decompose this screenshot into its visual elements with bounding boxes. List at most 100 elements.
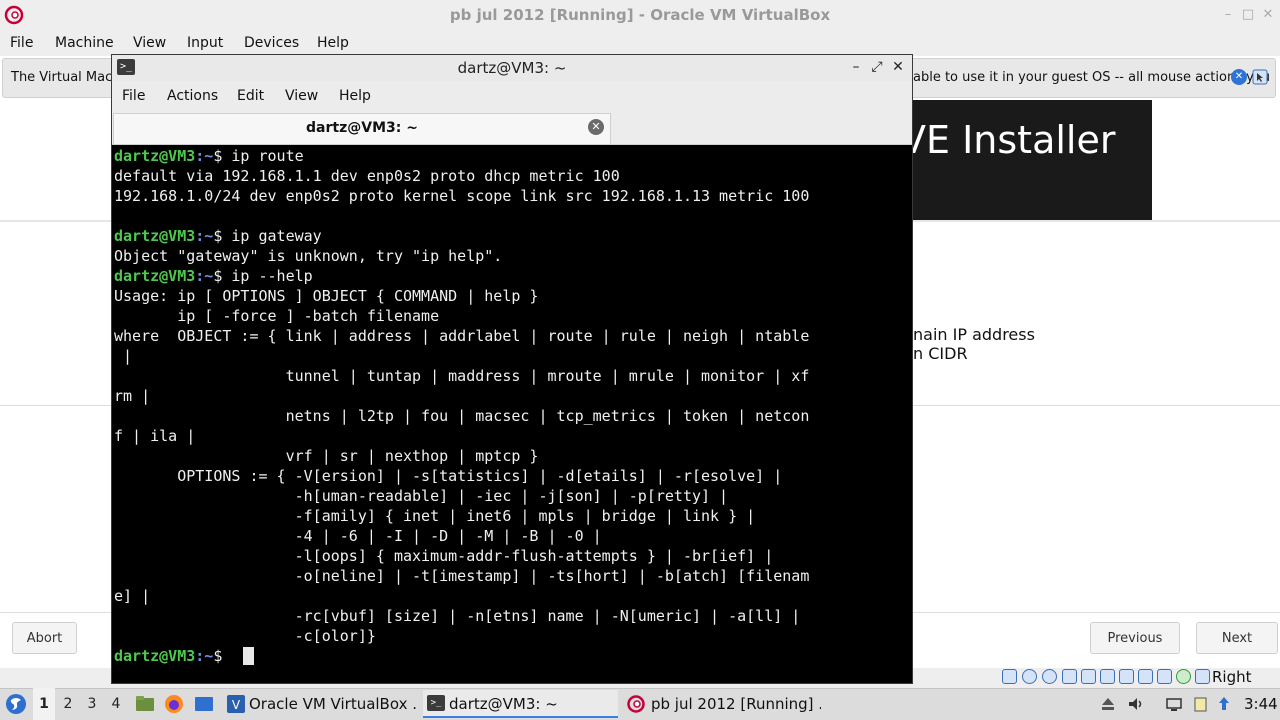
- updates-icon[interactable]: [1215, 695, 1233, 713]
- task-label: dartz@VM3: ~: [449, 695, 558, 713]
- prompt-path: :~: [195, 647, 214, 665]
- terminal-output-line: tunnel | tuntap | maddress | mroute | mr…: [114, 367, 810, 385]
- terminal-output-line: default via 192.168.1.1 dev enp0s2 proto…: [114, 167, 620, 185]
- task-vm-running[interactable]: pb jul 2012 [Running] ...: [626, 690, 821, 718]
- prompt-user: dartz@VM3: [114, 267, 196, 285]
- terminal-output-line: |: [114, 347, 133, 365]
- menu-help[interactable]: Help: [313, 30, 353, 56]
- task-terminal[interactable]: >_ dartz@VM3: ~: [423, 690, 618, 718]
- terminal-menu-view[interactable]: View: [275, 81, 328, 111]
- workspace-2[interactable]: 2: [57, 688, 79, 720]
- workspace-1[interactable]: 1: [33, 688, 55, 720]
- command-text: ip --help: [231, 267, 313, 285]
- network-tray-icon[interactable]: [1165, 695, 1183, 713]
- terminal-output-line: -f[amily] { inet | inet6 | mpls | bridge…: [114, 507, 756, 525]
- installer-banner-title: VE Installer: [900, 118, 1116, 162]
- terminal-active-prompt[interactable]: dartz@VM3:~$: [114, 646, 231, 666]
- terminal-menu-edit[interactable]: Edit: [227, 81, 274, 111]
- prompt-user: dartz@VM3: [114, 227, 196, 245]
- terminal-menu-file[interactable]: File: [112, 81, 155, 111]
- terminal-output-line: -l[oops] { maximum-addr-flush-attempts }…: [114, 547, 774, 565]
- terminal-output-line: Object "gateway" is unknown, try "ip hel…: [114, 247, 503, 265]
- virtualbox-icon: V: [227, 695, 245, 713]
- start-menu-icon[interactable]: [4, 692, 28, 716]
- recording-icon[interactable]: [1138, 669, 1153, 684]
- optical-drive-icon[interactable]: [1022, 669, 1037, 684]
- menu-file[interactable]: File: [6, 30, 37, 56]
- keyboard-capture-icon[interactable]: [1195, 669, 1210, 684]
- prompt-path: :~: [195, 147, 214, 165]
- menu-machine[interactable]: Machine: [51, 30, 118, 56]
- close-icon[interactable]: ✕: [1260, 7, 1276, 23]
- terminal-output-line: where OBJECT := { link | address | addrl…: [114, 327, 810, 345]
- terminal-cursor: [243, 647, 254, 665]
- menu-devices[interactable]: Devices: [240, 30, 303, 56]
- terminal-output-line: -4 | -6 | -I | -D | -M | -B | -0 |: [114, 527, 602, 545]
- terminal-command-line: dartz@VM3:~$ ip route: [114, 146, 304, 166]
- minimize-icon[interactable]: –: [1220, 7, 1236, 23]
- prompt-sigil: $: [213, 647, 232, 665]
- abort-button[interactable]: Abort: [12, 622, 77, 654]
- cpu-icon[interactable]: [1157, 669, 1172, 684]
- audio-icon[interactable]: [1042, 669, 1057, 684]
- prompt-user: dartz@VM3: [114, 647, 196, 665]
- terminal-minimize-icon[interactable]: –: [847, 58, 865, 76]
- volume-icon[interactable]: [1127, 695, 1145, 713]
- prompt-path: :~: [195, 227, 214, 245]
- terminal-command-line: dartz@VM3:~$ ip gateway: [114, 226, 322, 246]
- workspace-4[interactable]: 4: [105, 688, 127, 720]
- notification-mouse-icon[interactable]: [1251, 68, 1269, 86]
- terminal-tab-label: dartz@VM3: ~: [306, 120, 418, 136]
- terminal-close-icon[interactable]: ✕: [889, 58, 907, 76]
- terminal-output-line: 192.168.1.0/24 dev enp0s2 proto kernel s…: [114, 187, 810, 205]
- shared-folders-icon[interactable]: [1100, 669, 1115, 684]
- usb-icon[interactable]: [1081, 669, 1096, 684]
- command-text: ip gateway: [231, 227, 322, 245]
- clipboard-icon[interactable]: [1191, 695, 1209, 713]
- terminal-maximize-icon[interactable]: ⤢: [868, 58, 886, 76]
- command-text: ip route: [231, 147, 304, 165]
- notification-close-icon[interactable]: ✕: [1231, 69, 1247, 85]
- firefox-icon[interactable]: [163, 693, 185, 715]
- terminal-output-line: f | ila |: [114, 427, 196, 445]
- file-manager-icon[interactable]: [134, 693, 156, 715]
- eject-icon[interactable]: [1099, 695, 1117, 713]
- terminal-icon: >_: [427, 695, 445, 711]
- guest-additions-icon[interactable]: [1176, 669, 1191, 684]
- terminal-output-line: rm |: [114, 387, 151, 405]
- terminal-output-line: -o[neline] | -t[imestamp] | -ts[hort] | …: [114, 567, 810, 585]
- workspace-3[interactable]: 3: [81, 688, 103, 720]
- display-icon[interactable]: [1119, 669, 1134, 684]
- terminal-output-line: -rc[vbuf] [size] | -n[etns] name | -N[um…: [114, 607, 801, 625]
- terminal-menu-actions[interactable]: Actions: [157, 81, 228, 111]
- menu-input[interactable]: Input: [183, 30, 227, 56]
- previous-button[interactable]: Previous: [1090, 622, 1180, 654]
- prompt-sigil: $: [213, 227, 232, 245]
- task-virtualbox-manager[interactable]: V Oracle VM VirtualBox ...: [226, 690, 416, 718]
- terminal-output-line: vrf | sr | nexthop | mptcp }: [114, 447, 539, 465]
- terminal-title: dartz@VM3: ~: [457, 59, 567, 77]
- terminal-output-line: -h[uman-readable] | -iec | -j[son] | -p[…: [114, 487, 729, 505]
- notification-text-left: The Virtual Mach: [11, 70, 121, 85]
- window-title: pb jul 2012 [Running] - Oracle VM Virtua…: [449, 6, 831, 24]
- next-button[interactable]: Next: [1196, 622, 1278, 654]
- debian-swirl-icon: [627, 695, 645, 713]
- terminal-output-line: -c[olor]}: [114, 627, 376, 645]
- installer-ip-label: nain IP address: [913, 325, 1035, 344]
- clock: 3:44: [1244, 695, 1278, 713]
- terminal-output-line: OPTIONS := { -V[ersion] | -s[tatistics] …: [114, 467, 783, 485]
- prompt-user: dartz@VM3: [114, 147, 196, 165]
- terminal-output-line: Usage: ip [ OPTIONS ] OBJECT { COMMAND |…: [114, 287, 539, 305]
- tab-close-icon[interactable]: ✕: [588, 119, 604, 135]
- menu-view[interactable]: View: [129, 30, 170, 56]
- show-desktop-icon[interactable]: [193, 693, 215, 715]
- terminal-command-line: dartz@VM3:~$ ip --help: [114, 266, 313, 286]
- hard-disk-icon[interactable]: [1002, 669, 1017, 684]
- maximize-icon[interactable]: □: [1240, 7, 1256, 23]
- terminal-output-line: e] |: [114, 587, 151, 605]
- network-icon[interactable]: [1062, 669, 1077, 684]
- terminal-menu-help[interactable]: Help: [329, 81, 381, 111]
- task-label: pb jul 2012 [Running] ...: [651, 695, 821, 713]
- task-label: Oracle VM VirtualBox ...: [249, 695, 416, 713]
- prompt-sigil: $: [213, 147, 232, 165]
